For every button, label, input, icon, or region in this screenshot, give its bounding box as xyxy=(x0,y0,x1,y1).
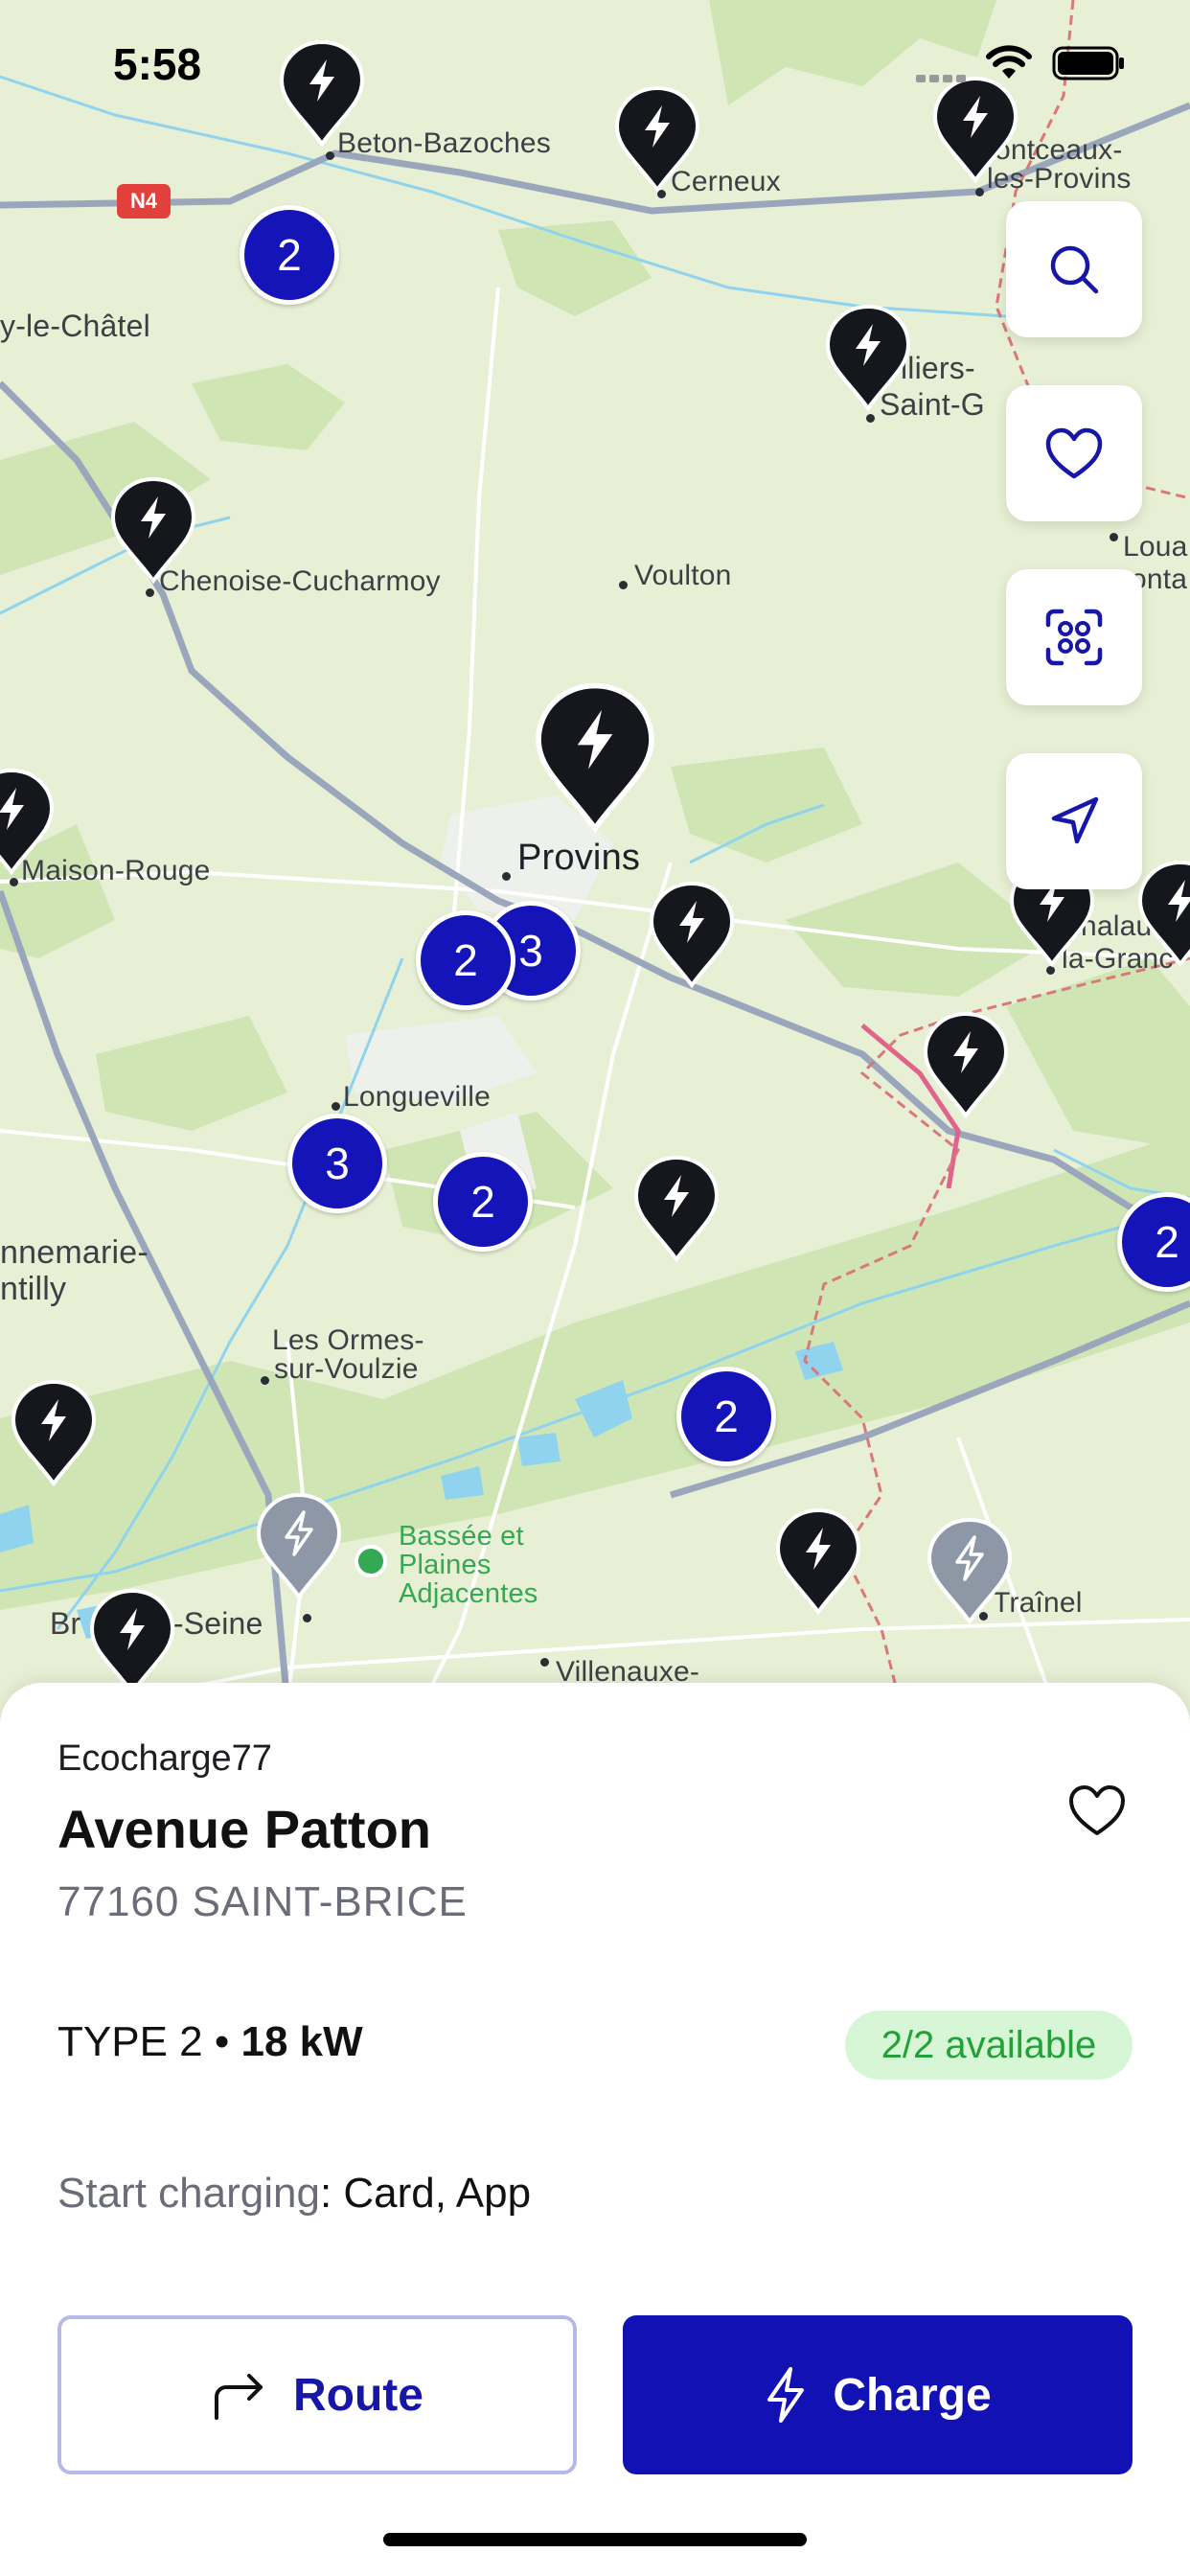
town-dot xyxy=(975,188,984,196)
park-label: Adjacentes xyxy=(399,1578,538,1609)
favorite-button[interactable] xyxy=(1062,1775,1133,1846)
town-label: Les Ormes- xyxy=(272,1324,424,1356)
route-arrow-icon xyxy=(215,2374,263,2420)
scan-button[interactable] xyxy=(1006,569,1142,705)
status-bar: 5:58 xyxy=(0,0,1190,125)
charger-pin[interactable] xyxy=(632,1154,721,1263)
connector-info: TYPE 2 • 18 kW xyxy=(57,2018,363,2066)
battery-icon xyxy=(1052,46,1124,80)
station-operator: Ecocharge77 xyxy=(57,1738,272,1779)
town-label: Beton-Bazoches xyxy=(337,127,551,159)
town-label: r-Seine xyxy=(163,1606,263,1641)
town-dot xyxy=(540,1658,549,1667)
town-dot xyxy=(326,151,334,160)
town-label: Provins xyxy=(517,838,641,878)
town-label: nnemarie- xyxy=(0,1234,149,1271)
connector-type: TYPE 2 • xyxy=(57,2018,241,2065)
charger-pin[interactable] xyxy=(824,303,912,412)
town-dot xyxy=(10,878,18,886)
town-label: Longueville xyxy=(343,1081,491,1113)
town-label: Chenoise-Cucharmoy xyxy=(159,565,441,597)
heart-icon xyxy=(1045,427,1103,479)
charger-pin-inactive[interactable] xyxy=(926,1516,1014,1625)
charger-pin[interactable] xyxy=(648,880,736,989)
bolt-icon xyxy=(767,2367,805,2423)
town-label: ntilly xyxy=(0,1271,67,1307)
search-icon xyxy=(1050,245,1099,294)
start-charging-label: Start charging xyxy=(57,2170,320,2217)
start-charging-methods: Card, App xyxy=(343,2170,532,2217)
park-label: Plaines xyxy=(399,1550,492,1580)
station-name: Avenue Patton xyxy=(57,1799,431,1859)
town-dot xyxy=(261,1376,269,1385)
charger-pin[interactable] xyxy=(109,475,197,585)
home-indicator[interactable] xyxy=(383,2533,807,2546)
station-details-sheet: Ecocharge77 Avenue Patton 77160 SAINT-BR… xyxy=(0,1683,1190,2576)
scan-icon xyxy=(1045,609,1103,666)
cluster-marker[interactable]: 2 xyxy=(416,910,515,1010)
park-label: Bassée et xyxy=(399,1521,524,1552)
charger-pin[interactable] xyxy=(774,1506,862,1616)
cluster-marker[interactable]: 2 xyxy=(240,205,339,305)
town-dot xyxy=(332,1102,340,1111)
town-dot xyxy=(146,588,154,597)
town-dot xyxy=(502,872,511,881)
heart-icon xyxy=(1069,1785,1125,1835)
cluster-marker[interactable]: 2 xyxy=(433,1152,533,1252)
route-button[interactable]: Route xyxy=(57,2315,577,2474)
charger-pin[interactable] xyxy=(10,1378,98,1487)
cluster-marker[interactable]: 2 xyxy=(676,1367,776,1466)
charger-pin[interactable] xyxy=(1136,859,1190,968)
station-address: 77160 SAINT-BRICE xyxy=(57,1878,468,1925)
wifi-icon xyxy=(986,45,1032,79)
town-dot xyxy=(1110,533,1118,541)
signal-icon xyxy=(916,75,966,82)
town-label: y-le-Châtel xyxy=(0,309,150,343)
town-label: Loua xyxy=(1123,531,1188,563)
charge-button[interactable]: Charge xyxy=(623,2315,1133,2474)
route-label: Route xyxy=(293,2369,423,2421)
town-dot xyxy=(303,1614,311,1622)
locate-button[interactable] xyxy=(1006,753,1142,889)
charger-pin-inactive[interactable] xyxy=(255,1491,343,1600)
town-dot xyxy=(866,414,875,423)
town-label: sur-Voulzie xyxy=(274,1353,419,1385)
start-charging-separator: : xyxy=(319,2170,344,2217)
charger-pin[interactable] xyxy=(0,767,56,876)
status-time: 5:58 xyxy=(113,39,202,89)
start-charging-info: Start charging: Card, App xyxy=(57,2170,531,2218)
charger-pin[interactable] xyxy=(88,1587,176,1696)
charger-pin[interactable] xyxy=(922,1010,1010,1119)
town-label: Br xyxy=(50,1606,81,1641)
road-badge: N4 xyxy=(117,184,171,218)
connector-power: 18 kW xyxy=(240,2018,363,2065)
park-icon xyxy=(355,1545,387,1577)
search-button[interactable] xyxy=(1006,201,1142,337)
favorites-button[interactable] xyxy=(1006,385,1142,521)
town-label: Voulton xyxy=(634,560,732,591)
town-dot xyxy=(619,581,628,589)
availability-badge: 2/2 available xyxy=(845,2011,1133,2080)
charger-pin-selected[interactable] xyxy=(533,680,657,834)
locate-icon xyxy=(1051,796,1099,844)
charge-label: Charge xyxy=(833,2369,992,2421)
cluster-marker[interactable]: 3 xyxy=(287,1114,387,1213)
